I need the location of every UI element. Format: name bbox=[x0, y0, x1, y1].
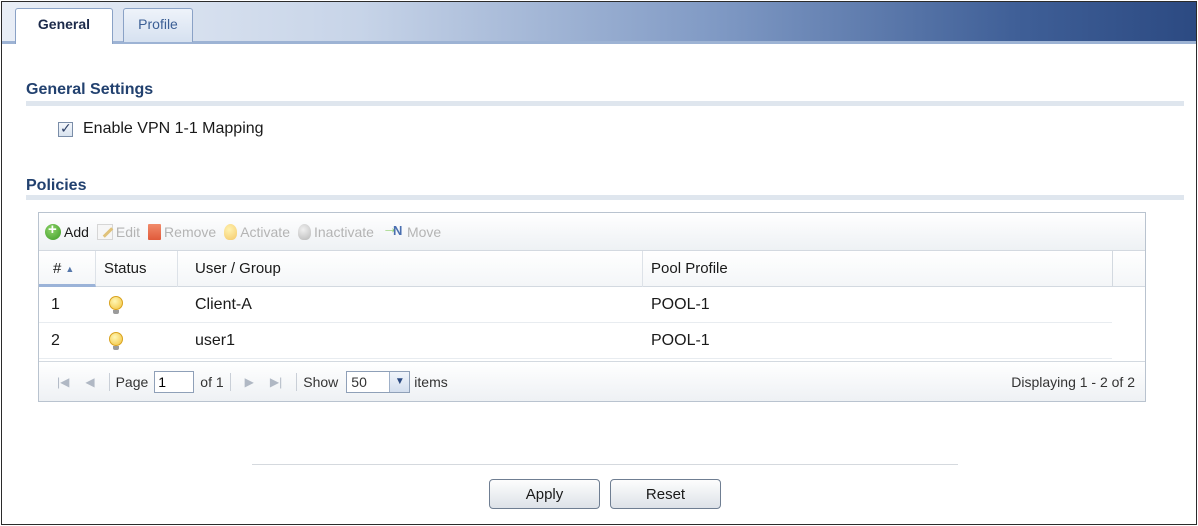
lightbulb-on-icon bbox=[109, 296, 123, 314]
first-page-icon[interactable]: |◀ bbox=[57, 375, 69, 389]
tab-general[interactable]: General bbox=[15, 8, 113, 44]
general-settings-title: General Settings bbox=[26, 81, 154, 98]
next-page-icon[interactable]: ▶ bbox=[245, 375, 254, 389]
column-header-user-group[interactable]: User / Group bbox=[178, 251, 643, 287]
header-scroll-spacer bbox=[1112, 251, 1145, 287]
pagination-bar: |◀ ◀ Page of 1 ▶ ▶| Show 50 ▼ items Disp… bbox=[39, 361, 1145, 401]
pool-profile-cell: POOL-1 bbox=[651, 332, 710, 349]
policies-table-panel: Add Edit Remove Activate Inactivate Move bbox=[38, 212, 1146, 402]
tab-bar: General Profile bbox=[2, 2, 1196, 44]
status-cell bbox=[109, 332, 123, 350]
move-button[interactable]: Move bbox=[382, 220, 442, 240]
table-row[interactable]: 1 Client-A POOL-1 bbox=[39, 287, 1112, 323]
separator bbox=[296, 372, 298, 391]
column-number-label: # bbox=[53, 260, 62, 277]
row-number: 1 bbox=[51, 296, 60, 313]
pool-profile-cell: POOL-1 bbox=[651, 296, 710, 313]
add-icon bbox=[45, 221, 61, 240]
remove-button[interactable]: Remove bbox=[148, 223, 217, 240]
column-header-number[interactable]: # ▲ bbox=[39, 251, 96, 287]
edit-label: Edit bbox=[115, 223, 141, 240]
move-label: Move bbox=[406, 223, 442, 240]
vpn-mapping-window: General Profile General Settings Enable … bbox=[1, 1, 1197, 525]
remove-label: Remove bbox=[164, 223, 217, 240]
last-page-icon[interactable]: ▶| bbox=[270, 375, 282, 389]
footer-divider bbox=[252, 464, 958, 465]
lightbulb-off-icon bbox=[298, 223, 311, 240]
page-number-input[interactable] bbox=[154, 370, 195, 393]
items-per-page-select[interactable]: 50 ▼ bbox=[346, 370, 411, 393]
enable-vpn-mapping-checkbox[interactable] bbox=[58, 120, 73, 137]
apply-button[interactable]: Apply bbox=[489, 479, 600, 509]
move-icon bbox=[382, 220, 404, 240]
table-row[interactable]: 2 user1 POOL-1 bbox=[39, 323, 1112, 359]
sort-ascending-icon: ▲ bbox=[65, 264, 75, 275]
lightbulb-on-icon bbox=[109, 332, 123, 350]
column-header-status[interactable]: Status bbox=[96, 251, 178, 287]
separator bbox=[108, 372, 110, 391]
activate-label: Activate bbox=[240, 223, 290, 240]
previous-page-icon[interactable]: ◀ bbox=[85, 375, 94, 389]
edit-icon bbox=[96, 223, 113, 240]
items-label: items bbox=[414, 373, 448, 390]
tab-profile[interactable]: Profile bbox=[123, 8, 193, 42]
separator bbox=[229, 372, 231, 391]
inactivate-button[interactable]: Inactivate bbox=[298, 223, 374, 240]
section-divider bbox=[26, 195, 1184, 200]
reset-button[interactable]: Reset bbox=[610, 479, 721, 509]
edit-button[interactable]: Edit bbox=[96, 223, 141, 240]
show-label: Show bbox=[303, 373, 339, 390]
policies-title: Policies bbox=[26, 177, 87, 194]
table-header: # ▲ Status User / Group Pool Profile bbox=[39, 251, 1112, 287]
chevron-down-icon: ▼ bbox=[389, 371, 410, 392]
display-count-text: Displaying 1 - 2 of 2 bbox=[1011, 374, 1135, 390]
enable-mapping-row: Enable VPN 1-1 Mapping bbox=[58, 120, 264, 138]
table-toolbar: Add Edit Remove Activate Inactivate Move bbox=[39, 213, 1145, 251]
column-header-pool-profile[interactable]: Pool Profile bbox=[643, 251, 1112, 287]
enable-vpn-mapping-label: Enable VPN 1-1 Mapping bbox=[83, 120, 264, 137]
page-count-label: of 1 bbox=[200, 373, 224, 390]
inactivate-label: Inactivate bbox=[314, 223, 374, 240]
status-cell bbox=[109, 296, 123, 314]
add-label: Add bbox=[64, 223, 89, 240]
lightbulb-icon bbox=[224, 223, 238, 240]
page-label: Page bbox=[115, 373, 149, 390]
section-divider bbox=[26, 101, 1184, 106]
user-group-cell: Client-A bbox=[195, 296, 252, 313]
row-number: 2 bbox=[51, 332, 60, 349]
activate-button[interactable]: Activate bbox=[224, 223, 290, 240]
items-per-page-value: 50 bbox=[351, 373, 367, 390]
add-button[interactable]: Add bbox=[45, 221, 89, 240]
trash-icon bbox=[148, 223, 162, 240]
user-group-cell: user1 bbox=[195, 332, 236, 349]
